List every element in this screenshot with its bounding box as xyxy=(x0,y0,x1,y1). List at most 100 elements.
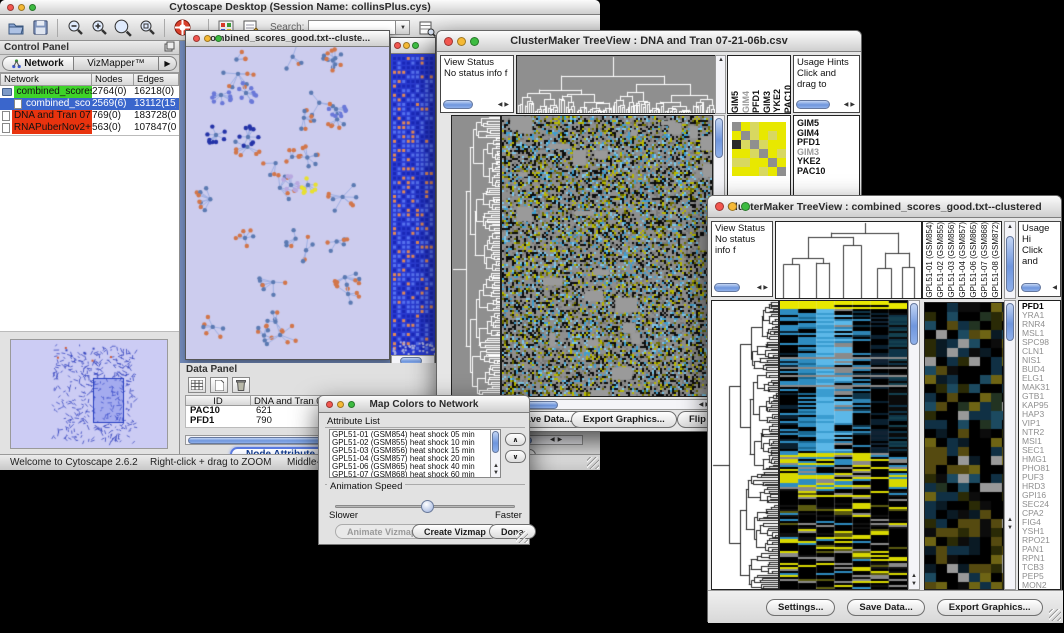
mini-heat-cell[interactable] xyxy=(741,167,750,176)
network-overview[interactable] xyxy=(10,339,168,449)
mini-heat-cell[interactable] xyxy=(777,122,786,131)
zoom-out-icon[interactable] xyxy=(64,17,86,39)
network-view-canvas[interactable] xyxy=(186,47,389,359)
mini-heat-cell[interactable] xyxy=(768,140,777,149)
t2-hints-scroll[interactable] xyxy=(1021,283,1041,292)
open-file-icon[interactable] xyxy=(5,17,27,39)
main-title-bar[interactable]: Cytoscape Desktop (Session Name: collins… xyxy=(0,0,600,15)
attribute-item[interactable]: GPL51-06 (GSM865) heat shock 40 min xyxy=(332,463,498,471)
t1-heatmap[interactable] xyxy=(501,115,713,397)
t1-row-label[interactable]: PAC10 xyxy=(797,167,859,177)
gene-label[interactable]: MON2 xyxy=(1022,581,1060,590)
t2-row-dendrogram[interactable] xyxy=(711,300,779,590)
zoom-selected-icon[interactable] xyxy=(112,17,134,39)
main-resize-grip[interactable] xyxy=(587,457,599,469)
t2-col-label[interactable]: GPL51-01 (GSM854) xyxy=(924,222,935,298)
mini-heat-cell[interactable] xyxy=(777,140,786,149)
float-panel-icon[interactable] xyxy=(164,39,175,57)
t2-column-labels[interactable]: GPL51-01 (GSM854)GPL51-02 (GSM855)GPL51-… xyxy=(922,221,1002,299)
network-overview-canvas[interactable] xyxy=(11,340,167,448)
attribute-list-vscroll[interactable]: ▲ ▼ xyxy=(490,430,500,477)
mini-heat-cell[interactable] xyxy=(759,140,768,149)
t2-gene-labels[interactable]: PFD1YRA1RNR4MSL1SPC98CLN1NIS1BUD4ELG1MAK… xyxy=(1018,300,1061,590)
mini-heat-cell[interactable] xyxy=(750,158,759,167)
dialog-title-bar[interactable]: Map Colors to Network xyxy=(319,396,529,413)
mini-heat-cell[interactable] xyxy=(777,131,786,140)
t2-button-settings[interactable]: Settings... xyxy=(766,599,835,616)
t1-row-dendrogram[interactable] xyxy=(451,115,501,397)
t1-col-label[interactable]: PFD1 xyxy=(751,90,762,113)
dialog-resize-grip[interactable] xyxy=(516,531,528,543)
network2-window-controls[interactable] xyxy=(394,42,419,49)
t1-title-bar[interactable]: ClusterMaker TreeView : DNA and Tran 07-… xyxy=(437,31,861,52)
mini-heat-cell[interactable] xyxy=(732,122,741,131)
mini-heat-cell[interactable] xyxy=(732,149,741,158)
search-dropdown-icon[interactable]: ▼ xyxy=(396,20,410,35)
animation-slider[interactable] xyxy=(335,500,515,512)
mini-heat-cell[interactable] xyxy=(768,149,777,158)
mini-heat-cell[interactable] xyxy=(777,158,786,167)
zoom-fit-icon[interactable] xyxy=(136,17,158,39)
t2-column-dendrogram[interactable] xyxy=(775,221,922,299)
mini-heat-cell[interactable] xyxy=(759,131,768,140)
table-row[interactable]: DNA and Tran 07769(0)183728(0) xyxy=(0,110,179,122)
t1-status-scroll[interactable] xyxy=(443,100,473,109)
mini-heat-cell[interactable] xyxy=(732,158,741,167)
col-header-edges[interactable]: Edges xyxy=(134,73,179,86)
t2-col-label[interactable]: GPL51-04 (GSM857) xyxy=(957,222,968,298)
t1-col-scroll[interactable]: ▲ xyxy=(715,55,726,114)
mini-heat-cell[interactable] xyxy=(750,122,759,131)
t2-col-vscroll[interactable]: ▲ xyxy=(1004,221,1016,299)
t2-resize-grip[interactable] xyxy=(1049,609,1061,621)
t1-button-exportgraphics[interactable]: Export Graphics... xyxy=(571,411,677,428)
move-up-button[interactable]: ∧ xyxy=(505,433,526,446)
mini-heat-cell[interactable] xyxy=(759,149,768,158)
mini-heat-cell[interactable] xyxy=(777,149,786,158)
table-row[interactable]: combined_sco2569(6)13112(15) xyxy=(0,98,179,110)
tab-overflow-arrow-icon[interactable]: ▶ xyxy=(159,56,177,71)
t1-col-label[interactable]: PAC10 xyxy=(783,85,794,113)
t1-col-label[interactable]: GIM3 xyxy=(762,91,773,113)
attribute-listbox[interactable]: GPL51-01 (GSM854) heat shock 05 minGPL51… xyxy=(329,429,501,478)
table-row[interactable]: RNAPuberNov2+563(0)107847(0) xyxy=(0,122,179,134)
t2-col-label[interactable]: GPL51-07 (GSM868) xyxy=(979,222,990,298)
mini-heat-cell[interactable] xyxy=(750,140,759,149)
mini-heat-cell[interactable] xyxy=(732,140,741,149)
t2-button-exportgraphics[interactable]: Export Graphics... xyxy=(937,599,1043,616)
mini-heat-cell[interactable] xyxy=(759,122,768,131)
t2-col-label[interactable]: GPL51-02 (GSM855) xyxy=(935,222,946,298)
mini-heat-cell[interactable] xyxy=(777,167,786,176)
t2-col-label[interactable]: GPL51-06 (GSM865) xyxy=(968,222,979,298)
mini-heat-cell[interactable] xyxy=(750,167,759,176)
t2-heatmap[interactable] xyxy=(779,300,908,590)
table-row[interactable]: combined_scores2764(0)16218(0) xyxy=(0,86,179,98)
mini-heat-cell[interactable] xyxy=(741,122,750,131)
attribute-item[interactable]: GPL51-02 (GSM855) heat shock 10 min xyxy=(332,439,498,447)
mini-heat-cell[interactable] xyxy=(768,158,777,167)
table-grid-icon[interactable] xyxy=(188,377,206,393)
move-down-button[interactable]: ∨ xyxy=(505,450,526,463)
t1-mini-heatmap[interactable] xyxy=(732,122,786,176)
mini-heat-cell[interactable] xyxy=(768,167,777,176)
t1-hints-scroll[interactable] xyxy=(796,100,830,109)
network-grid-canvas[interactable] xyxy=(391,54,435,355)
t1-col-label[interactable]: GIM5 xyxy=(730,91,741,113)
t2-col-label[interactable]: GPL51-03 (GSM856) xyxy=(946,222,957,298)
dialog-window-controls[interactable] xyxy=(326,401,355,408)
create-vizmap-button[interactable]: Create Vizmap xyxy=(412,524,498,539)
col-header-nodes[interactable]: Nodes xyxy=(92,73,134,86)
mini-heat-cell[interactable] xyxy=(768,131,777,140)
t2-heat-vscroll[interactable]: ▲ ▼ xyxy=(908,300,920,590)
mini-heat-cell[interactable] xyxy=(741,131,750,140)
t1-col-label[interactable]: YKE2 xyxy=(772,89,783,113)
done-button[interactable]: Done xyxy=(489,524,536,539)
t2-col-label[interactable]: GPL51-08 (GSM872) xyxy=(990,222,1001,298)
t1-column-labels[interactable]: GIM5GIM4PFD1GIM3YKE2PAC10 xyxy=(727,55,791,114)
t1-col-label[interactable]: GIM4 xyxy=(741,91,752,113)
mini-heat-cell[interactable] xyxy=(750,149,759,158)
network-window-controls[interactable] xyxy=(193,35,222,42)
new-page-icon[interactable] xyxy=(210,377,228,393)
t2-status-scroll[interactable] xyxy=(714,283,740,292)
attribute-item[interactable]: GPL51-04 (GSM857) heat shock 20 min xyxy=(332,455,498,463)
col-header-network[interactable]: Network xyxy=(0,73,92,86)
